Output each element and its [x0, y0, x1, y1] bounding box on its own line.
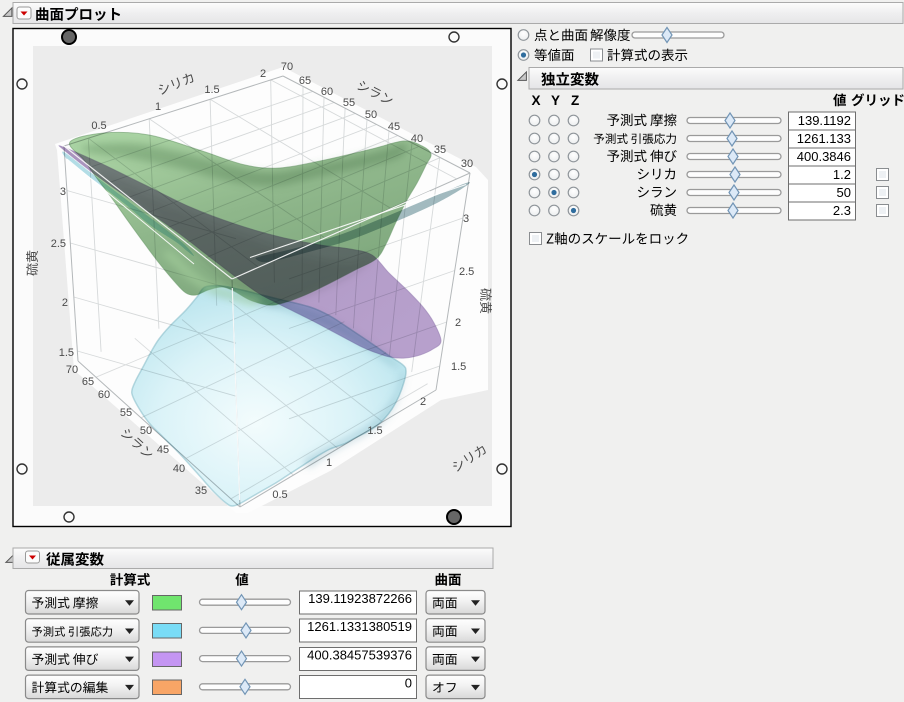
svg-text:1.5: 1.5 — [59, 347, 74, 359]
svg-text:45: 45 — [388, 121, 400, 133]
svg-text:2.5: 2.5 — [51, 238, 66, 250]
svg-text:55: 55 — [343, 97, 355, 109]
svg-text:65: 65 — [299, 75, 311, 87]
svg-text:400.3846: 400.3846 — [797, 149, 851, 164]
svg-text:1.5: 1.5 — [451, 361, 466, 373]
svg-text:35: 35 — [434, 144, 446, 156]
svg-text:1261.1331380519: 1261.1331380519 — [307, 619, 412, 634]
svg-text:2.5: 2.5 — [459, 266, 474, 278]
svg-text:45: 45 — [157, 444, 169, 456]
svg-text:139.1192: 139.1192 — [798, 113, 851, 128]
svg-text:40: 40 — [173, 463, 185, 475]
svg-text:X: X — [532, 93, 541, 108]
svg-text:50: 50 — [365, 109, 377, 121]
svg-text:0: 0 — [405, 676, 412, 691]
svg-text:3: 3 — [463, 213, 469, 225]
svg-text:40: 40 — [411, 133, 423, 145]
svg-text:1.2: 1.2 — [833, 167, 851, 182]
svg-text:70: 70 — [281, 61, 293, 73]
svg-text:2: 2 — [420, 396, 426, 408]
svg-text:1: 1 — [326, 457, 332, 469]
svg-text:70: 70 — [66, 364, 78, 376]
svg-text:400.38457539376: 400.38457539376 — [307, 647, 412, 662]
svg-text:50: 50 — [140, 425, 152, 437]
svg-text:55: 55 — [120, 407, 132, 419]
svg-text:50: 50 — [837, 185, 851, 200]
svg-text:Z: Z — [571, 93, 579, 108]
svg-text:1261.133: 1261.133 — [797, 131, 851, 146]
svg-text:60: 60 — [98, 389, 110, 401]
svg-text:65: 65 — [82, 376, 94, 388]
svg-text:1.5: 1.5 — [367, 425, 382, 437]
svg-text:2: 2 — [455, 317, 461, 329]
svg-text:2.3: 2.3 — [833, 203, 851, 218]
svg-text:60: 60 — [321, 86, 333, 98]
svg-text:3: 3 — [60, 186, 66, 198]
svg-text:139.11923872266: 139.11923872266 — [308, 591, 412, 606]
svg-text:2: 2 — [62, 297, 68, 309]
svg-text:0.5: 0.5 — [91, 120, 106, 132]
svg-text:30: 30 — [461, 158, 473, 170]
svg-text:2: 2 — [260, 68, 266, 80]
svg-text:1: 1 — [155, 101, 161, 113]
svg-text:0.5: 0.5 — [272, 489, 287, 501]
svg-text:35: 35 — [195, 485, 207, 497]
svg-text:1.5: 1.5 — [204, 84, 219, 96]
svg-text:Y: Y — [551, 93, 560, 108]
